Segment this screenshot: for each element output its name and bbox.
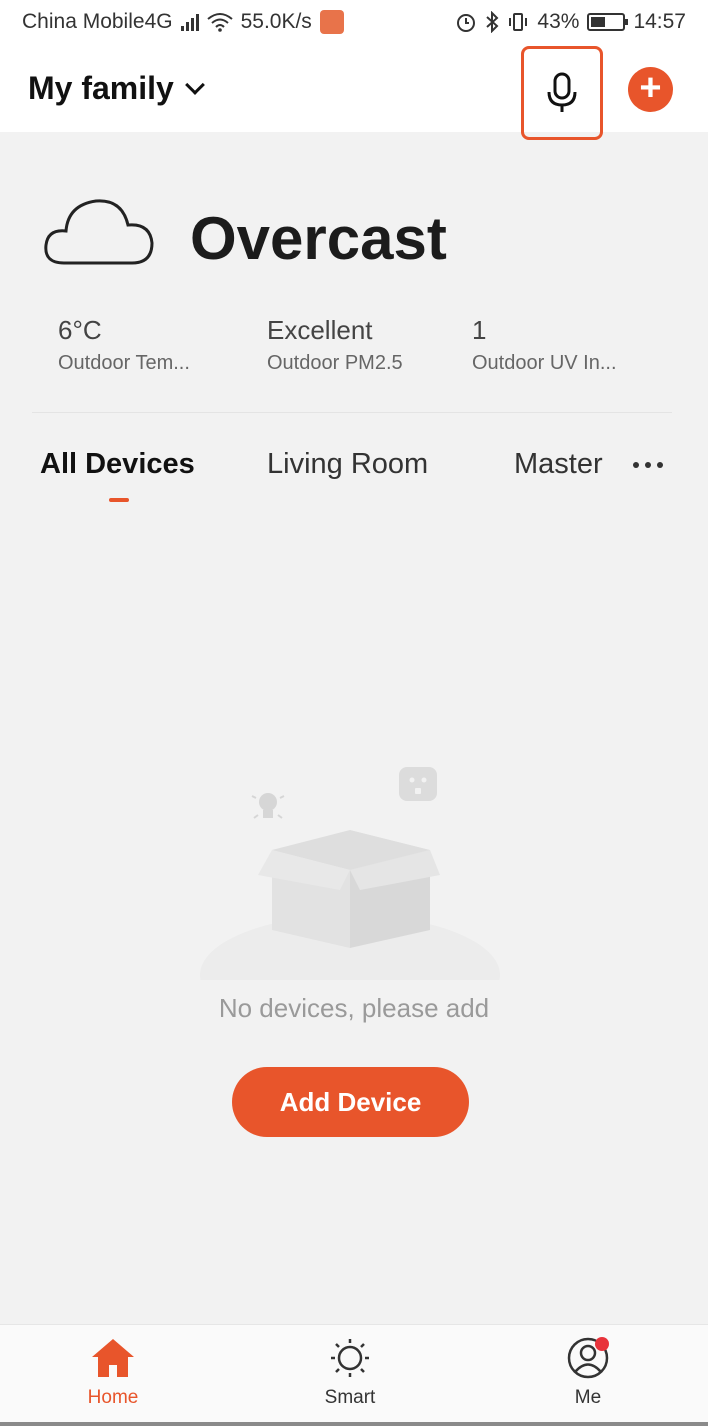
uv-stat: 1 Outdoor UV In... [472, 315, 617, 375]
plus-icon: + [639, 67, 662, 109]
uv-label: Outdoor UV In... [472, 352, 617, 374]
signal-icon [180, 13, 199, 31]
empty-state-message: No devices, please add [218, 993, 490, 1023]
bluetooth-icon [486, 11, 499, 33]
voice-button[interactable] [521, 46, 603, 140]
room-tabs: All Devices Living Room Master [0, 440, 708, 510]
sun-icon [331, 1339, 369, 1377]
microphone-icon [547, 72, 577, 112]
app-notification-icon [319, 10, 344, 34]
more-icon[interactable] [633, 462, 663, 468]
nav-home-label: Home [87, 1387, 139, 1408]
weather-condition: Overcast [190, 205, 447, 272]
temperature-label: Outdoor Tem... [58, 352, 190, 374]
family-name: My family [28, 70, 174, 106]
add-device-button[interactable]: Add Device [232, 1067, 469, 1137]
pm25-value: Excellent [267, 315, 373, 345]
nav-smart-label: Smart [324, 1387, 376, 1408]
nav-me[interactable]: Me [528, 1337, 648, 1409]
status-bar: China Mobile4G 55.0K/s 43% 14:57 [0, 0, 708, 44]
wifi-icon [206, 13, 233, 32]
battery-percent: 43% [537, 10, 580, 33]
clock: 14:57 [633, 10, 686, 33]
temperature-value: 6°C [58, 315, 102, 345]
carrier-label: China Mobile4G [22, 10, 173, 33]
home-icon [92, 1339, 134, 1377]
pm25-label: Outdoor PM2.5 [267, 352, 403, 374]
tab-living-room[interactable]: Living Room [267, 448, 428, 481]
notification-dot [595, 1337, 609, 1351]
network-speed: 55.0K/s [240, 10, 312, 33]
bottom-navigation: Home Smart Me [0, 1324, 708, 1426]
cloud-icon [44, 199, 154, 265]
pm25-stat: Excellent Outdoor PM2.5 [267, 315, 403, 375]
tab-all-devices[interactable]: All Devices [40, 448, 195, 481]
tab-master[interactable]: Master [514, 448, 603, 481]
battery-icon [587, 13, 629, 31]
divider [32, 412, 672, 413]
uv-value: 1 [472, 315, 487, 345]
nav-smart[interactable]: Smart [290, 1337, 410, 1409]
alarm-icon [457, 14, 476, 32]
add-button[interactable]: + [628, 67, 673, 112]
bottom-edge [0, 1422, 708, 1426]
header: My family + [0, 44, 708, 140]
empty-box-illustration [200, 767, 500, 980]
nav-me-label: Me [574, 1387, 602, 1408]
nav-home[interactable]: Home [53, 1337, 173, 1409]
family-selector[interactable]: My family [28, 70, 205, 107]
vibrate-icon [509, 13, 528, 31]
temperature-stat: 6°C Outdoor Tem... [58, 315, 190, 375]
chevron-down-icon [184, 74, 205, 95]
active-tab-indicator [109, 498, 129, 502]
